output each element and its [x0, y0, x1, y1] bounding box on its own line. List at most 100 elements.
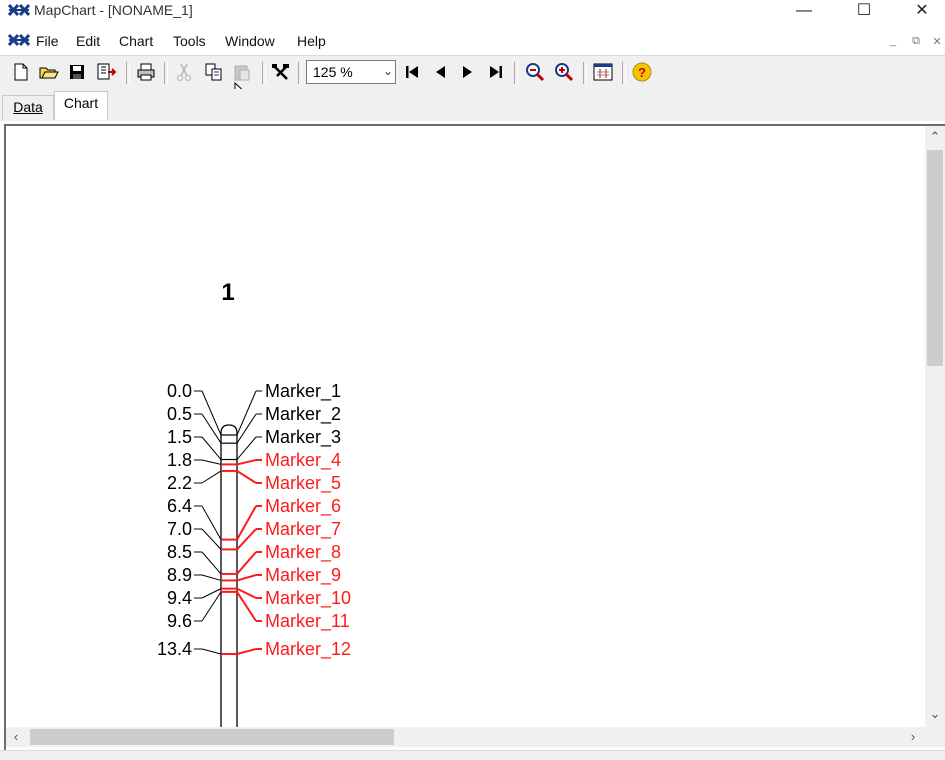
window-title: MapChart - [NONAME_1]	[34, 2, 193, 18]
zoom-in-icon[interactable]	[553, 61, 575, 83]
last-page-icon[interactable]	[485, 61, 507, 83]
tools-icon[interactable]	[270, 61, 292, 83]
toolbar-separator	[583, 62, 587, 84]
marker-connector	[236, 574, 257, 582]
document-logo-icon[interactable]	[8, 33, 30, 47]
zoom-select[interactable]: 125 % ⌄	[306, 60, 396, 84]
previous-page-icon[interactable]	[429, 61, 451, 83]
position-label: 0.5	[167, 404, 192, 424]
vertical-scroll-thumb[interactable]	[927, 150, 943, 366]
toolbar: 125 % ⌄ ?	[0, 55, 945, 90]
mapchart-logo-icon	[8, 3, 30, 17]
position-label: 7.0	[167, 519, 192, 539]
chevron-down-icon[interactable]: ⌄	[383, 64, 393, 78]
scroll-up-icon[interactable]: ⌃	[925, 129, 945, 145]
cut-icon[interactable]	[173, 61, 195, 83]
mdi-close-button[interactable]: ✕	[930, 35, 944, 48]
position-connector	[201, 648, 222, 655]
position-label: 13.4	[157, 639, 192, 659]
tab-chart[interactable]: Chart	[54, 91, 108, 120]
menu-bar: File Edit Chart Tools Window Help _ ⧉ ✕	[0, 29, 945, 53]
marker-connector	[236, 528, 257, 551]
menu-help[interactable]: Help	[297, 33, 326, 49]
open-folder-icon[interactable]	[38, 61, 60, 83]
marker-label: Marker_4	[265, 450, 341, 471]
mdi-restore-button[interactable]: ⧉	[909, 35, 923, 48]
toolbar-separator	[298, 62, 302, 84]
first-page-icon[interactable]	[401, 61, 423, 83]
position-label: 8.5	[167, 542, 192, 562]
menu-chart[interactable]: Chart	[119, 33, 153, 49]
marker-label: Marker_2	[265, 404, 341, 425]
mdi-minimize-button[interactable]: _	[886, 35, 900, 47]
position-label: 1.8	[167, 450, 192, 470]
new-file-icon[interactable]	[10, 61, 32, 83]
marker-connector	[236, 551, 257, 575]
marker-label: Marker_8	[265, 542, 341, 563]
menu-file[interactable]: File	[36, 33, 59, 49]
marker-label: Marker_3	[265, 427, 341, 448]
paste-icon[interactable]	[231, 61, 253, 83]
toolbar-separator	[514, 62, 518, 84]
save-icon[interactable]	[66, 61, 88, 83]
scroll-down-icon[interactable]: ⌄	[925, 706, 945, 722]
linkage-map-chart: 1 0.0 Marker_1 0.5 Marker_2 1.5 Marker_3 1.8 Ma…	[157, 279, 351, 727]
marker-connector	[236, 648, 257, 655]
horizontal-scrollbar[interactable]: ‹ ›	[6, 727, 925, 747]
position-connector	[201, 470, 222, 484]
tab-data[interactable]: Data	[2, 95, 54, 119]
chart-settings-icon[interactable]	[592, 61, 614, 83]
horizontal-scroll-thumb[interactable]	[30, 729, 394, 745]
marker-label: Marker_1	[265, 381, 341, 402]
marker-connector	[236, 470, 257, 484]
marker-label: Marker_11	[265, 611, 350, 632]
maximize-button[interactable]: ☐	[841, 0, 887, 22]
position-connector	[201, 436, 222, 460]
svg-text:?: ?	[638, 65, 646, 80]
next-page-icon[interactable]	[457, 61, 479, 83]
position-connector	[201, 551, 222, 575]
position-connector	[201, 459, 222, 465]
scroll-corner	[925, 727, 945, 747]
marker-connector	[236, 459, 257, 466]
scroll-left-icon[interactable]: ‹	[6, 729, 26, 744]
tab-data-label: Data	[13, 99, 43, 115]
marker-label: Marker_7	[265, 519, 341, 540]
zoom-out-icon[interactable]	[524, 61, 546, 83]
position-label: 6.4	[167, 496, 192, 516]
copy-icon[interactable]	[203, 61, 225, 83]
toolbar-separator	[126, 62, 130, 84]
position-label: 2.2	[167, 473, 192, 493]
position-label: 9.4	[167, 588, 192, 608]
position-label: 1.5	[167, 427, 192, 447]
scroll-right-icon[interactable]: ›	[903, 729, 923, 744]
tab-chart-label: Chart	[63, 95, 99, 111]
toolbar-separator	[262, 62, 266, 84]
export-icon[interactable]	[95, 61, 117, 83]
loci-group: 0.0 Marker_1 0.5 Marker_2 1.5 Marker_3 1.8 Mark…	[157, 381, 351, 660]
menu-tools[interactable]: Tools	[173, 33, 206, 49]
close-button[interactable]: ✕	[899, 0, 945, 22]
marker-label: Marker_10	[265, 588, 351, 609]
position-connector	[201, 528, 222, 550]
marker-connector	[236, 436, 257, 460]
help-icon[interactable]: ?	[631, 61, 653, 83]
position-label: 0.0	[167, 381, 192, 401]
menu-edit[interactable]: Edit	[76, 33, 100, 49]
position-label: 8.9	[167, 565, 192, 585]
vertical-scrollbar[interactable]: ⌃ ⌄	[925, 126, 945, 728]
marker-label: Marker_9	[265, 565, 341, 586]
marker-label: Marker_12	[265, 639, 351, 660]
menu-window[interactable]: Window	[225, 33, 275, 49]
position-connector	[201, 574, 222, 581]
marker-connector	[236, 505, 257, 541]
position-connector	[201, 505, 222, 540]
toolbar-separator	[164, 62, 168, 84]
print-icon[interactable]	[135, 61, 157, 83]
chart-title: 1	[221, 279, 234, 306]
toolbar-separator	[622, 62, 626, 84]
position-label: 9.6	[167, 611, 192, 631]
marker-label: Marker_5	[265, 473, 341, 494]
minimize-button[interactable]: —	[781, 0, 827, 22]
title-bar: MapChart - [NONAME_1] — ☐ ✕	[0, 0, 945, 24]
